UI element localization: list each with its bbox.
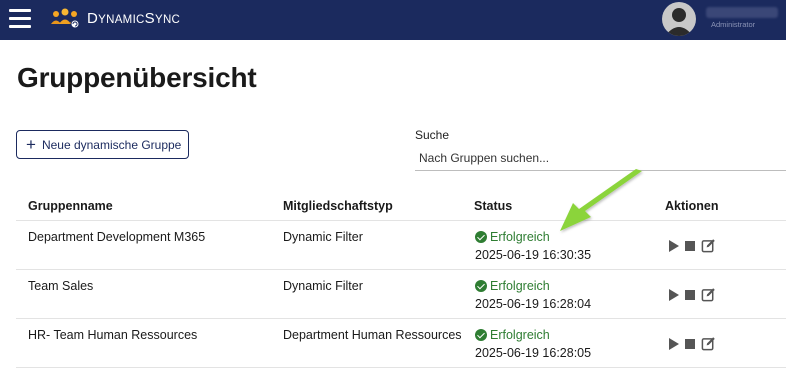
group-name-cell: Team Sales [28,279,94,293]
check-circle-icon [475,280,487,292]
play-icon[interactable] [669,239,679,252]
new-dynamic-group-label: Neue dynamische Gruppe [41,137,182,152]
status-badge: Erfolgreich [475,328,550,342]
plus-icon: + [26,135,36,154]
group-name-cell: HR- Team Human Ressources [28,328,198,342]
stop-icon[interactable] [685,338,695,349]
status-badge: Erfolgreich [475,279,550,293]
column-header-membership-type: Mitgliedschaftstyp [283,199,393,213]
user-role: Administrator [711,20,756,29]
new-dynamic-group-button[interactable]: + Neue dynamische Gruppe [16,130,189,159]
user-name-redacted [706,7,778,18]
search-label: Suche [415,128,450,142]
status-timestamp: 2025-06-19 16:28:05 [475,346,592,360]
row-actions [669,287,716,302]
status-text: Erfolgreich [490,230,550,244]
group-name-cell: Department Development M365 [28,230,206,244]
user-avatar-icon[interactable] [662,2,696,36]
membership-type-cell: Department Human Ressources [283,328,462,342]
row-divider [16,367,786,368]
brand-name: DYNAMICSYNC [87,10,181,27]
membership-type-cell: Dynamic Filter [283,279,363,293]
people-group-icon [51,8,80,29]
status-badge: Erfolgreich [475,230,550,244]
annotation-arrow-icon [560,169,642,231]
header-divider [16,220,786,221]
check-circle-icon [475,231,487,243]
check-circle-icon [475,329,487,341]
edit-icon[interactable] [701,287,716,302]
edit-icon[interactable] [701,336,716,351]
play-icon[interactable] [669,337,679,350]
stop-icon[interactable] [685,289,695,300]
status-text: Erfolgreich [490,328,550,342]
page-title: Gruppenübersicht [17,62,257,93]
membership-type-cell: Dynamic Filter [283,230,363,244]
column-header-group-name: Gruppenname [28,199,113,213]
column-header-status: Status [474,199,513,213]
status-timestamp: 2025-06-19 16:28:04 [475,297,592,311]
row-actions [669,336,716,351]
play-icon[interactable] [669,288,679,301]
stop-icon[interactable] [685,240,695,251]
column-header-actions: Aktionen [665,199,719,213]
hamburger-menu-icon[interactable] [9,9,31,29]
edit-icon[interactable] [701,238,716,253]
status-text: Erfolgreich [490,279,550,293]
search-input[interactable] [415,146,786,171]
row-actions [669,238,716,253]
row-divider [16,269,786,270]
top-bar: DYNAMICSYNC Administrator [0,0,786,40]
status-timestamp: 2025-06-19 16:30:35 [475,248,592,262]
row-divider [16,318,786,319]
